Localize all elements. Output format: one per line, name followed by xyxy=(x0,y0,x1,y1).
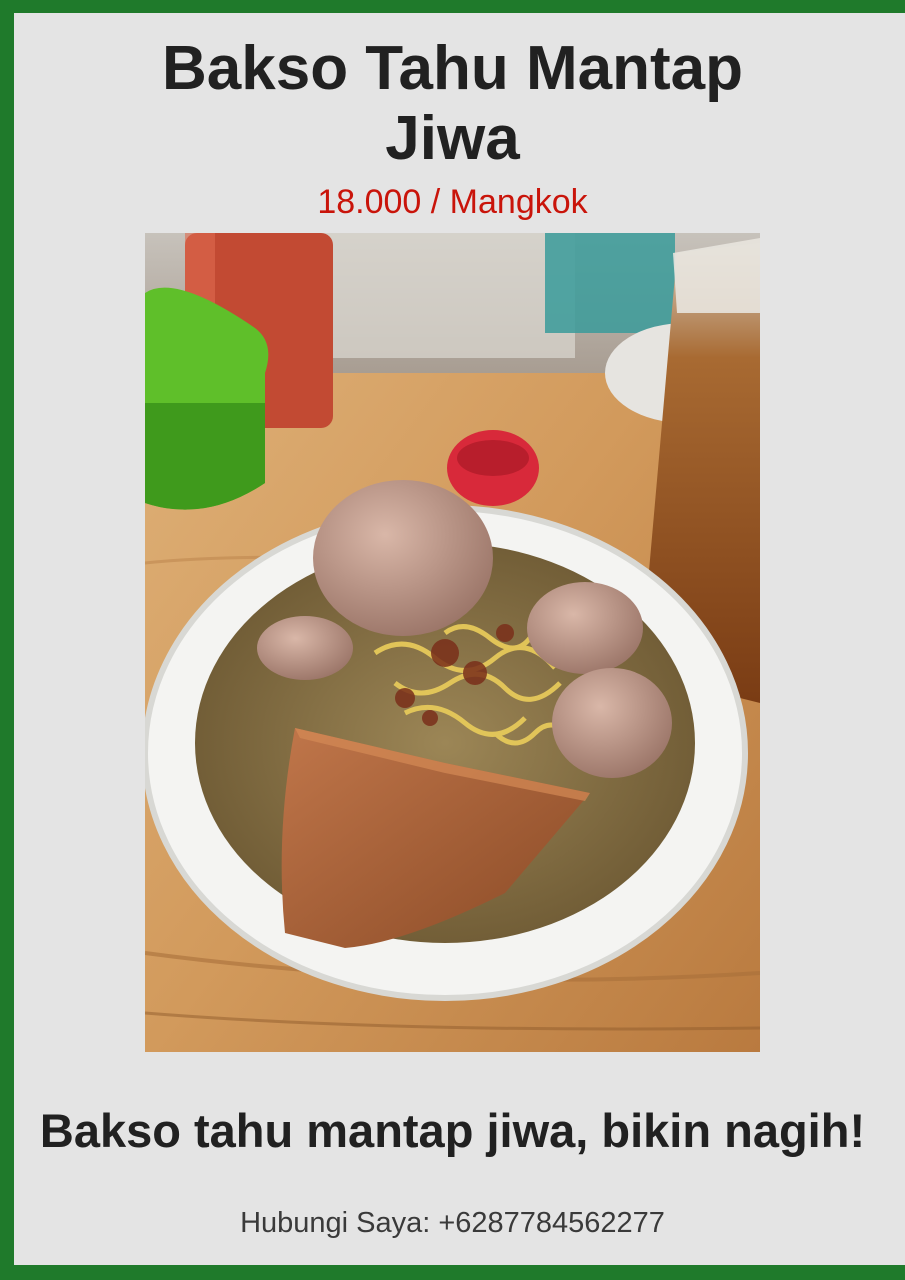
contact-info: Hubungi Saya: +6287784562277 xyxy=(0,1203,905,1243)
big-meatball xyxy=(313,480,493,636)
dish-title: Bakso Tahu Mantap Jiwa xyxy=(0,34,905,174)
contact-label: Hubungi Saya: xyxy=(240,1207,431,1239)
dish-price: 18.000 / Mangkok xyxy=(317,183,588,221)
meatball xyxy=(527,582,643,674)
teal-cloth xyxy=(545,233,675,333)
meatball xyxy=(257,616,353,680)
tagline: Bakso tahu mantap jiwa, bikin nagih! xyxy=(39,1104,866,1157)
contact-phone[interactable]: +6287784562277 xyxy=(438,1207,665,1239)
meatball xyxy=(552,668,672,778)
dish-photo xyxy=(145,233,760,1052)
dish-title-line1: Bakso Tahu Mantap xyxy=(161,34,744,103)
dish-title-line2: Jiwa xyxy=(385,104,520,173)
